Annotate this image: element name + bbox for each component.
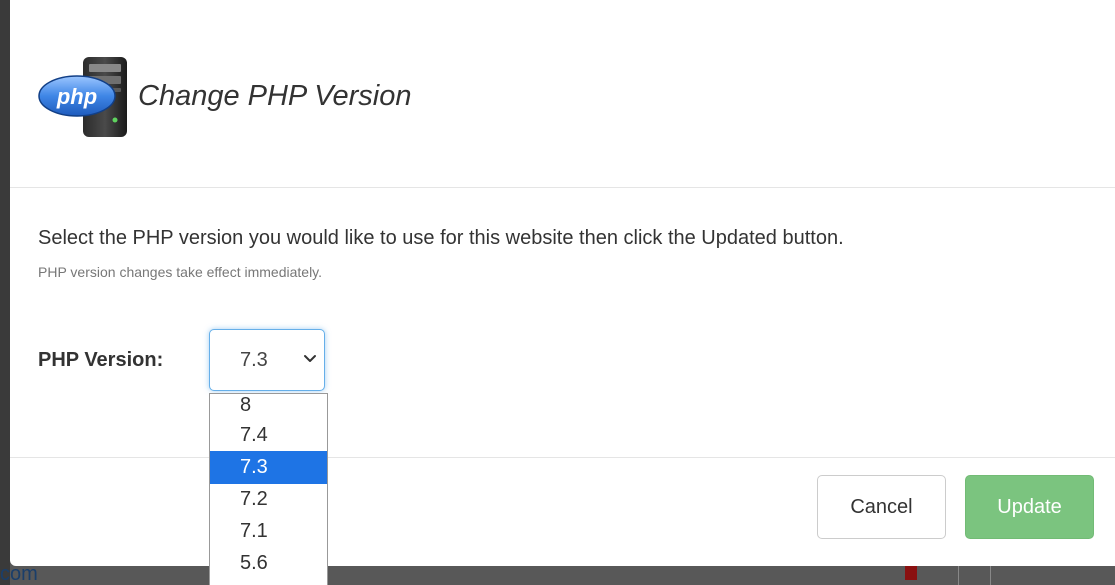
background-divider xyxy=(958,566,959,585)
help-text: PHP version changes take effect immediat… xyxy=(38,264,323,280)
chevron-down-icon xyxy=(304,355,316,362)
version-dropdown-list: 8 7.4 7.3 7.2 7.1 5.6 xyxy=(209,393,328,585)
dialog-header: php Change PHP Version xyxy=(10,0,1115,188)
version-option-5-6[interactable]: 5.6 xyxy=(210,547,327,580)
background-trash-icon xyxy=(905,566,917,580)
update-button[interactable]: Update xyxy=(965,475,1094,539)
version-option-8[interactable]: 8 xyxy=(210,394,327,420)
dialog-footer: Cancel Update xyxy=(10,457,1115,567)
change-php-version-dialog: php Change PHP Version Select the PHP ve… xyxy=(10,0,1115,566)
background-left-edge xyxy=(0,0,10,585)
dialog-title: Change PHP Version xyxy=(138,80,412,112)
cancel-button[interactable]: Cancel xyxy=(817,475,946,539)
php-version-select[interactable]: 7.3 xyxy=(209,329,325,391)
php-logo-text: php xyxy=(56,84,97,109)
instructions-text: Select the PHP version you would like to… xyxy=(38,227,844,249)
version-option-7-3[interactable]: 7.3 xyxy=(210,451,327,484)
background-divider xyxy=(990,566,991,585)
php-version-label: PHP Version: xyxy=(38,349,164,371)
selected-version-value: 7.3 xyxy=(240,349,268,371)
version-option-7-2[interactable]: 7.2 xyxy=(210,483,327,516)
version-option-7-4[interactable]: 7.4 xyxy=(210,419,327,452)
php-server-icon: php xyxy=(38,57,127,137)
version-option-7-1[interactable]: 7.1 xyxy=(210,515,327,548)
